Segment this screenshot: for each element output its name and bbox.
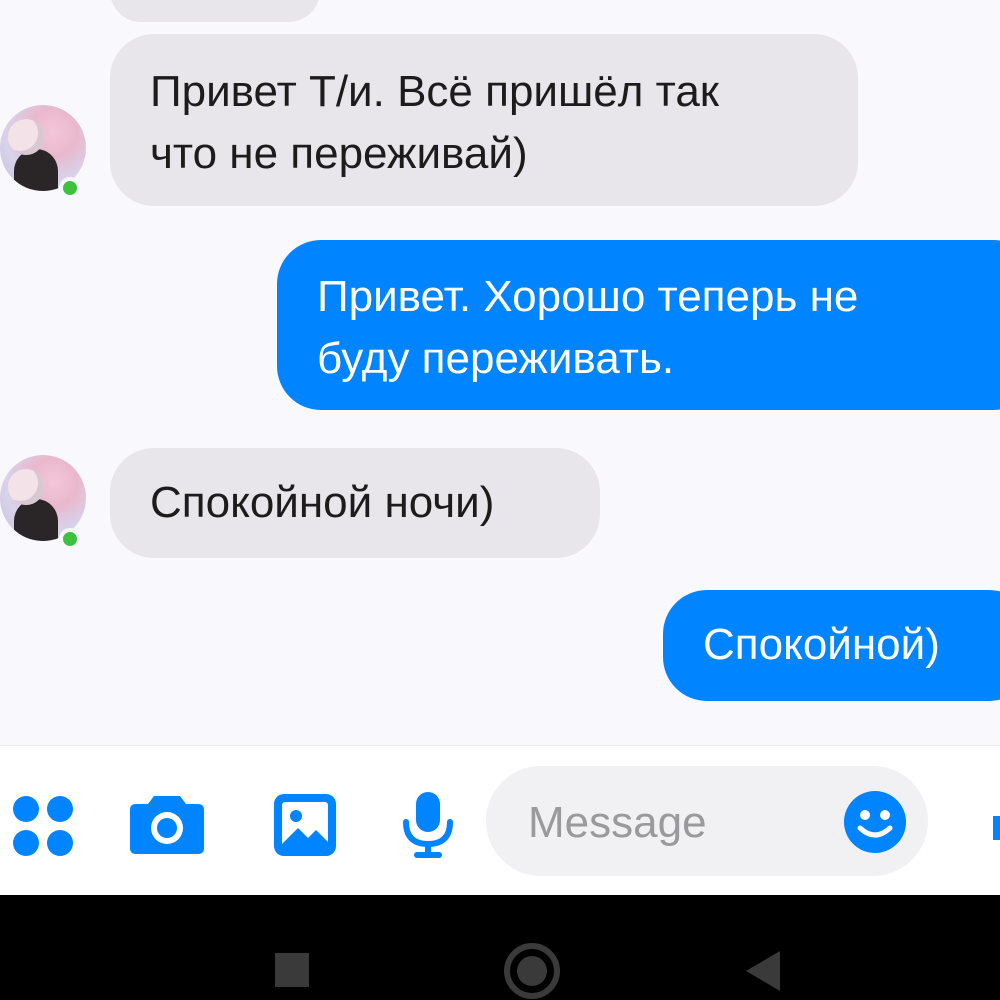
online-status-dot <box>59 528 81 550</box>
message-composer <box>0 745 1000 896</box>
apps-grid-icon[interactable] <box>10 793 76 859</box>
incoming-message-bubble[interactable]: Привет Т/и. Всё пришёл так что не пережи… <box>110 34 858 206</box>
microphone-icon[interactable] <box>398 790 458 860</box>
message-input[interactable] <box>526 794 830 852</box>
message-line: буду переживать. <box>317 334 675 383</box>
message-line: Привет. Хорошо теперь не <box>317 272 859 321</box>
camera-icon[interactable] <box>128 790 206 856</box>
home-circle-icon[interactable] <box>503 942 561 1000</box>
message-line: что не переживай) <box>150 129 528 178</box>
incoming-message-bubble[interactable]: Спокойной ночи) <box>110 448 600 558</box>
message-line: Спокойной) <box>703 620 940 669</box>
outgoing-message-bubble[interactable]: Спокойной) <box>663 590 1000 701</box>
outgoing-message-bubble[interactable]: Привет. Хорошо теперь не буду переживать… <box>277 240 1000 410</box>
recents-square-icon[interactable] <box>273 951 311 989</box>
avatar-head <box>8 119 44 155</box>
emoji-icon[interactable] <box>843 790 907 854</box>
back-triangle-icon[interactable] <box>742 948 784 994</box>
avatar-figure <box>14 149 58 191</box>
message-input-container[interactable] <box>486 766 928 876</box>
send-icon[interactable] <box>990 808 1000 848</box>
gallery-icon[interactable] <box>272 792 338 858</box>
incoming-bubble-partial <box>110 0 320 22</box>
avatar-head <box>8 469 44 505</box>
chat-thread[interactable]: Привет Т/и. Всё пришёл так что не пережи… <box>0 0 1000 745</box>
message-line: Привет Т/и. Всё пришёл так <box>150 67 720 116</box>
android-navigation-bar <box>0 895 1000 1000</box>
online-status-dot <box>59 177 81 199</box>
avatar-figure <box>14 499 58 541</box>
message-line: Спокойной ночи) <box>150 478 495 527</box>
